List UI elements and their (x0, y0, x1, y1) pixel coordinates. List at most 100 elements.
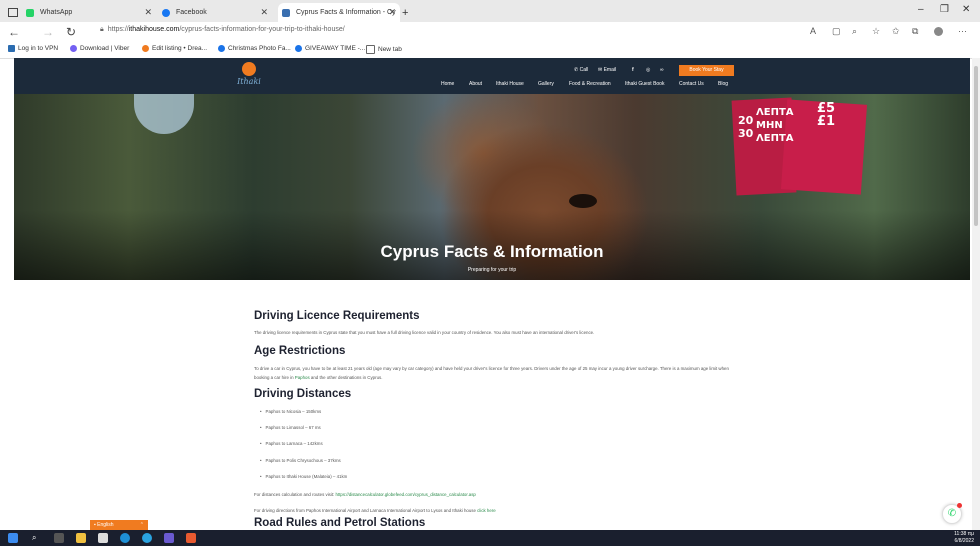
bookmark-new-tab[interactable]: New tab (366, 45, 402, 54)
paragraph-calc: For distances calculation and routes vis… (254, 492, 476, 497)
chevron-up-icon: ⌃ (139, 522, 144, 528)
book-your-stay-button[interactable]: Book Your Stay (679, 65, 734, 76)
logo-text: Ithaki (237, 77, 261, 86)
app-icon[interactable] (164, 533, 174, 543)
page-subtitle: Preparing for your trip (467, 267, 517, 273)
search-icon[interactable]: ⌕ (32, 533, 42, 543)
tab-whatsapp[interactable]: WhatsApp ✕ (26, 3, 156, 22)
list-item: Paphos to Ithaki House (Malateia) – 41km (260, 474, 348, 479)
collections-icon[interactable]: ⧉ (912, 26, 918, 37)
bookmark-airbnb[interactable]: Edit listing • Drea... (142, 45, 207, 52)
donkey-eye (569, 194, 597, 208)
heading-age: Age Restrictions (254, 345, 346, 357)
new-tab-button[interactable]: + (402, 3, 408, 22)
directions-link[interactable]: click here (477, 508, 496, 513)
tab-actions-icon[interactable] (8, 3, 18, 22)
taskbar-clock[interactable]: 11:38 πμ 6/8/2022 (954, 531, 974, 545)
facebook-icon (162, 8, 170, 17)
favorite-star-icon[interactable]: ☆ (872, 26, 880, 37)
site-header: Ithaki ✆ Call ✉ Email f ◎ ∞ Book Your St… (14, 58, 970, 94)
file-explorer-icon[interactable] (76, 533, 86, 543)
paphos-link[interactable]: Paphos (295, 375, 310, 380)
windows-taskbar: ⌕ 11:38 πμ 6/8/2022 (0, 530, 980, 546)
heading-road-rules: Road Rules and Petrol Stations (254, 517, 426, 529)
facebook-icon[interactable]: f (632, 67, 634, 73)
nav-home[interactable]: Home (441, 81, 454, 87)
start-icon[interactable] (8, 533, 18, 543)
call-link[interactable]: ✆ Call (574, 67, 588, 73)
sign-text-greek: ΛΕΠΤΑ ΜΗΝ ΛΕΠΤΑ (756, 107, 794, 144)
heading-distances: Driving Distances (254, 388, 352, 400)
nav-guest-book[interactable]: Ithaki Guest Book (625, 81, 664, 87)
bookmark-giveaway[interactable]: GIVEAWAY TIME -... (295, 45, 365, 52)
site-favicon-icon (282, 8, 290, 17)
minimize-icon[interactable]: – (918, 4, 924, 15)
sun-logo-icon (242, 62, 256, 76)
back-icon[interactable]: ← (8, 25, 20, 39)
viber-icon (70, 45, 77, 52)
nav-about[interactable]: About (469, 81, 482, 87)
nav-blog[interactable]: Blog (718, 81, 728, 87)
sign-text-prices: £5 £1 (817, 101, 836, 129)
more-menu-icon[interactable]: ··· (958, 26, 967, 36)
store-icon[interactable] (98, 533, 108, 543)
scrollbar-thumb[interactable] (974, 66, 978, 226)
instagram-icon[interactable]: ◎ (646, 67, 650, 73)
paragraph-licence: The driving licence requirements in Cypr… (254, 330, 595, 335)
close-window-icon[interactable]: ✕ (962, 4, 970, 15)
globe-icon (295, 45, 302, 52)
profile-avatar[interactable] (934, 27, 943, 36)
sign-text: 20 30 (738, 114, 754, 140)
list-item: Paphos to Nicosia – 150kms (260, 409, 322, 414)
edge-icon[interactable] (120, 533, 130, 543)
task-view-icon[interactable] (54, 533, 64, 543)
list-item: Paphos to Polis Chrysochous – 37kms (260, 458, 341, 463)
address-bar-row: ← → ↻ 🔒︎ https://ithakihouse.com/cyprus-f… (0, 22, 980, 42)
forward-icon[interactable]: → (42, 25, 54, 39)
bookmark-viber[interactable]: Download | Viber (70, 45, 129, 52)
bookmark-christmas[interactable]: Christmas Photo Fa... (218, 45, 291, 52)
paragraph-directions: For driving directions from Paphos Inter… (254, 508, 496, 513)
bookmark-vpn[interactable]: Log in to VPN (8, 45, 58, 52)
whatsapp-icon (26, 8, 34, 17)
whatsapp-icon: ✆ (947, 508, 957, 519)
tripadvisor-icon[interactable]: ∞ (660, 67, 664, 73)
zoom-icon[interactable]: ⌕ (852, 26, 857, 37)
nav-ithaki-house[interactable]: Ithaki House (496, 81, 524, 87)
close-tab-icon[interactable]: ✕ (144, 7, 152, 18)
maximize-icon[interactable]: ❐ (940, 4, 949, 15)
page-title: Cyprus Facts & Information (380, 242, 604, 261)
nav-food-recreation[interactable]: Food & Recreation (569, 81, 611, 87)
url-field[interactable]: 🔒︎ https://ithakihouse.com/cyprus-facts-i… (100, 26, 345, 34)
app-icon[interactable] (186, 533, 196, 543)
email-link[interactable]: ✉ Email (598, 67, 616, 73)
tab-title: WhatsApp (40, 9, 73, 16)
nav-contact[interactable]: Contact Us (679, 81, 704, 87)
refresh-icon[interactable]: ↻ (66, 25, 76, 39)
tab-title: Cyprus Facts & Information - Cy (296, 9, 396, 16)
list-item: Paphos to Limassol – 67 ms (260, 425, 321, 430)
favorites-icon[interactable]: ✩ (892, 26, 900, 37)
list-item: Paphos to Larnaca – 142kms (260, 441, 323, 446)
heading-licence: Driving Licence Requirements (254, 310, 420, 322)
close-tab-icon[interactable]: ✕ (260, 7, 268, 18)
distance-calculator-link[interactable]: https://distancecalculator.globefeed.com… (336, 492, 476, 497)
lock-icon: 🔒︎ (100, 26, 104, 33)
bookmarks-bar: Log in to VPN Download | Viber Edit list… (0, 42, 980, 59)
skype-icon[interactable] (142, 533, 152, 543)
tab-facebook[interactable]: Facebook ✕ (162, 3, 272, 22)
tab-cyprus-facts[interactable]: Cyprus Facts & Information - Cy ✕ (278, 3, 400, 22)
airbnb-icon (142, 45, 149, 52)
language-selector[interactable]: ▪ English ⌃ (90, 520, 148, 530)
hero-sky (134, 94, 194, 134)
globe-icon (218, 45, 225, 52)
paragraph-age: To drive a car in Cyprus, you have to be… (254, 366, 729, 380)
reader-icon[interactable]: ▢ (832, 26, 841, 37)
notification-dot (957, 503, 962, 508)
read-aloud-icon[interactable]: A (810, 26, 816, 36)
tab-title: Facebook (176, 9, 207, 16)
site-logo[interactable]: Ithaki (232, 62, 266, 90)
nav-gallery[interactable]: Gallery (538, 81, 554, 87)
close-tab-icon[interactable]: ✕ (388, 7, 396, 18)
browser-tab-bar: WhatsApp ✕ Facebook ✕ Cyprus Facts & Inf… (0, 0, 980, 22)
